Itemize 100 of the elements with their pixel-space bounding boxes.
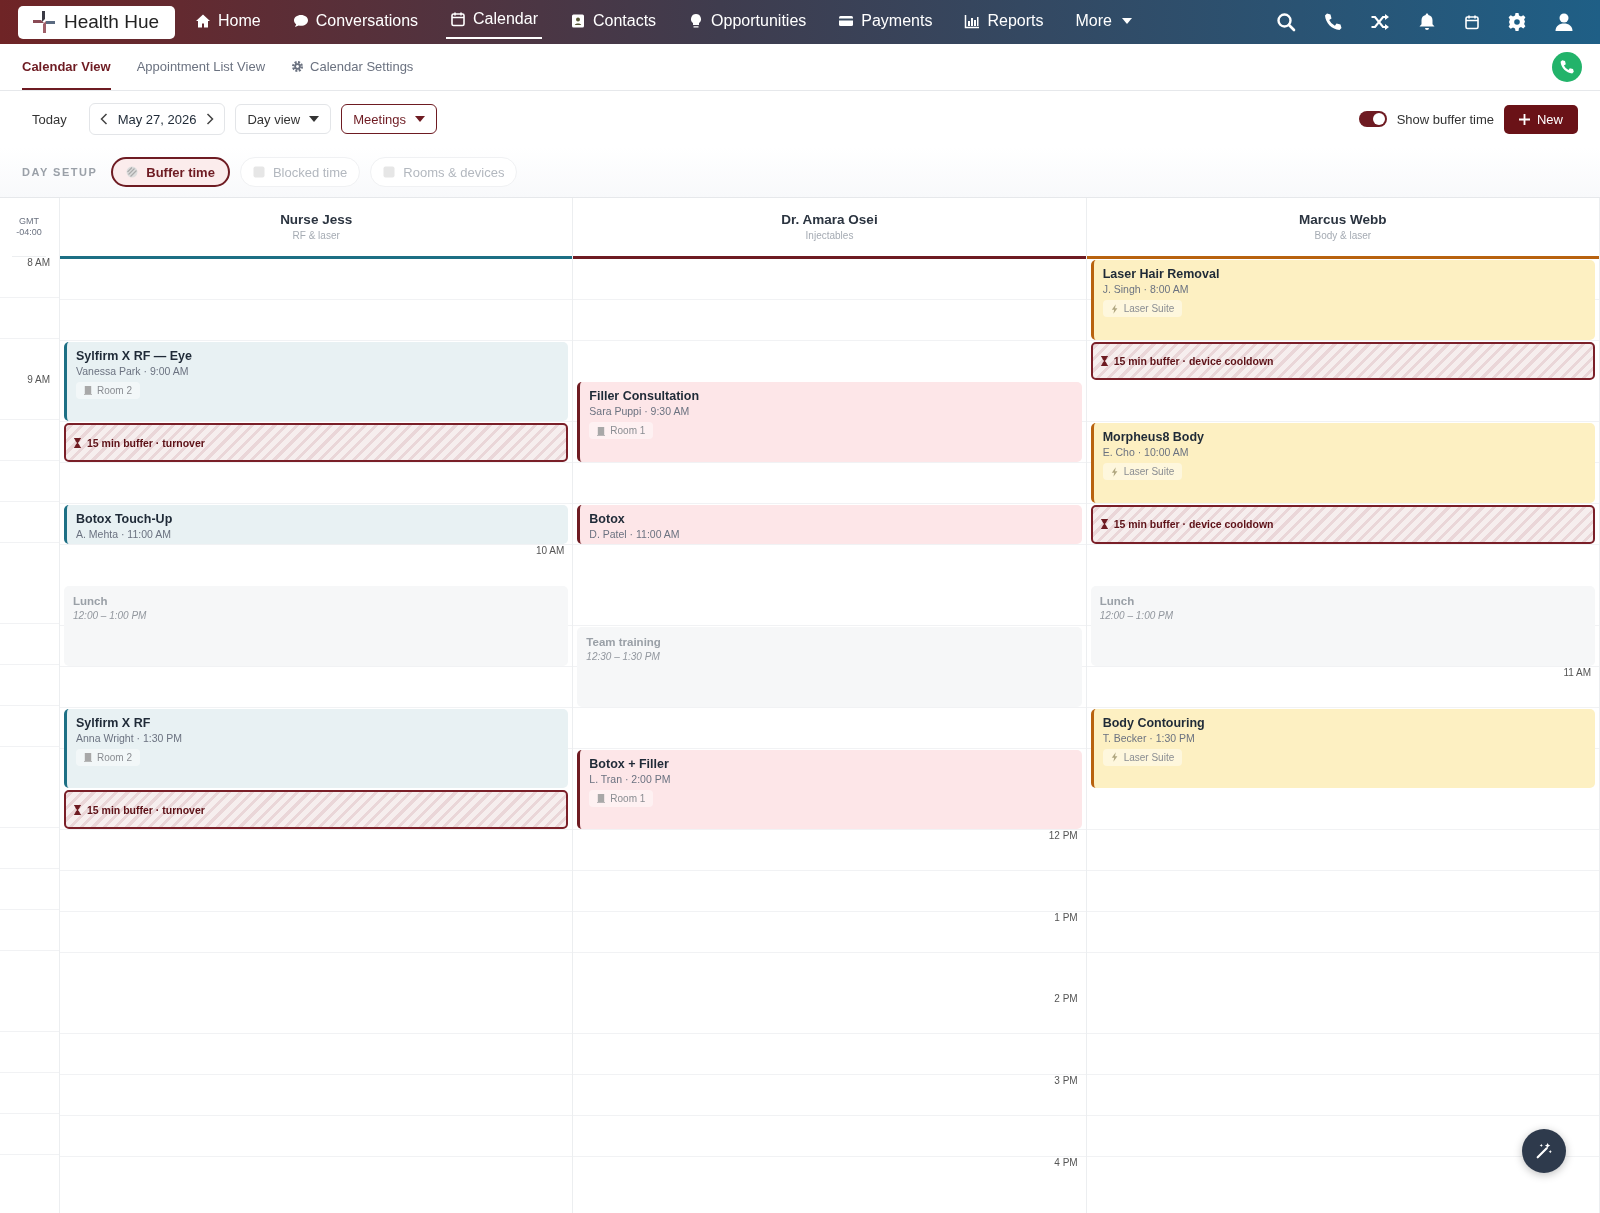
calendar-icon <box>1464 14 1480 30</box>
appointment-title: Sylfirm X RF <box>76 715 151 730</box>
time-label: 3 PM <box>1054 1074 1079 1086</box>
hourglass-icon <box>1100 519 1108 530</box>
phone-call-button[interactable] <box>1552 52 1582 82</box>
time-label: 10 AM <box>535 544 566 556</box>
blocked-title: Lunch <box>1099 595 1135 608</box>
bell-icon[interactable] <box>1417 12 1437 32</box>
appointment-details: E. Cho · 10:00 AM <box>1102 446 1189 459</box>
appointment-details: Anna Wright · 1:30 PM <box>76 731 183 744</box>
staff-name: Marcus Webb <box>1299 212 1387 227</box>
bolt-icon <box>1110 752 1119 763</box>
bar-chart-icon <box>964 13 981 29</box>
calendar-icon <box>450 11 467 27</box>
building-icon <box>84 752 92 763</box>
phone-icon[interactable] <box>1323 12 1343 32</box>
staff-specialty: Injectables <box>805 230 854 241</box>
shuffle-icon[interactable] <box>1370 12 1390 32</box>
appointment-card[interactable]: Sylfirm X RF Anna Wright · 1:30 PM Room 2 <box>64 708 569 789</box>
nav-link[interactable]: Contacts <box>565 0 661 44</box>
logo[interactable]: Health Hue <box>18 5 176 39</box>
view-tab[interactable]: Calendar View <box>22 44 111 90</box>
blocked-title: Team training <box>586 636 661 649</box>
time-label: 9 AM <box>27 373 51 385</box>
appointment-card[interactable]: Botox + Filler L. Tran · 2:00 PM Room 1 <box>577 749 1082 830</box>
square-icon <box>252 166 265 178</box>
appointment-title: Laser Hair Removal <box>1102 267 1220 281</box>
location-label: Room 1 <box>610 425 646 437</box>
search-icon[interactable] <box>1276 12 1296 32</box>
appointment-title: Morpheus8 Body <box>1102 430 1205 445</box>
staff-specialty: Body & laser <box>1314 230 1372 241</box>
blocked-time: 12:30 – 1:30 PM <box>586 651 660 663</box>
location-label: Laser Suite <box>1123 303 1175 314</box>
blocked-title: Lunch <box>73 595 108 608</box>
staff-specialty: RF & laser <box>292 230 340 241</box>
blocked-time: 12:00 – 1:00 PM <box>1099 610 1174 622</box>
square-icon <box>383 166 396 178</box>
staff-name: Nurse Jess <box>280 212 353 227</box>
location-label: Room 1 <box>610 792 646 804</box>
appointment-details: Sara Puppi · 9:30 AM <box>589 405 690 418</box>
building-icon <box>597 793 606 804</box>
buffer-label: 15 min buffer · device cooldown <box>1113 518 1274 531</box>
time-label: 8 AM <box>27 257 51 268</box>
appointment-card[interactable]: Morpheus8 Body E. Cho · 10:00 AM Laser Suite <box>1090 423 1595 503</box>
location-label: Room 2 <box>97 751 132 763</box>
date-label: May 27, 2026 <box>117 111 197 127</box>
nav-link[interactable]: Opportunities <box>684 0 811 44</box>
staff-name: Dr. Amara Osei <box>781 212 878 227</box>
user-icon[interactable] <box>1554 12 1574 32</box>
appointment-details: A. Mehta · 11:00 AM <box>76 527 171 540</box>
nav-link[interactable]: Payments <box>834 0 937 44</box>
caret-icon <box>1121 18 1132 24</box>
appointment-card[interactable]: Botox Touch-Up A. Mehta · 11:00 AM <box>64 504 569 544</box>
chat-icon <box>292 13 309 29</box>
appointment-details: J. Singh · 8:00 AM <box>1102 283 1189 295</box>
time-label: 1 PM <box>1054 911 1079 923</box>
nav-link[interactable]: Reports <box>960 0 1048 44</box>
appointment-title: Filler Consultation <box>589 389 700 404</box>
appointment-card[interactable]: Sylfirm X RF — Eye Vanessa Park · 9:00 AM Room 2 <box>64 341 569 422</box>
time-label: 11 AM <box>1563 666 1592 678</box>
magic-wand-button[interactable] <box>1522 1129 1566 1173</box>
filter-chip[interactable]: Buffer time <box>111 157 230 187</box>
hourglass-icon <box>74 437 81 448</box>
hourglass-icon <box>74 804 81 815</box>
appointment-details: Vanessa Park · 9:00 AM <box>76 364 189 377</box>
new-button[interactable]: New <box>1504 104 1578 134</box>
plus-icon <box>1519 113 1530 125</box>
cross-logo-icon <box>32 10 56 34</box>
previous-icon[interactable] <box>99 113 108 125</box>
view-dropdown[interactable]: Day view <box>235 104 332 134</box>
appointment-card[interactable]: Botox D. Patel · 11:00 AM <box>577 504 1082 544</box>
caret-icon <box>309 116 320 122</box>
magic-wand-icon <box>1535 1142 1553 1160</box>
view-tab[interactable]: Appointment List View <box>136 44 266 90</box>
appointment-details: D. Patel · 11:00 AM <box>589 527 680 540</box>
nav-link[interactable]: Calendar <box>446 1 542 39</box>
logo-text: Health Hue <box>64 11 160 33</box>
appointment-title: Botox + Filler <box>589 756 669 771</box>
location-label: Laser Suite <box>1123 466 1175 478</box>
toggle-switch[interactable] <box>1358 111 1387 127</box>
appointment-card[interactable]: Filler Consultation Sara Puppi · 9:30 AM Room 1 <box>577 382 1082 462</box>
next-icon[interactable] <box>206 113 215 125</box>
location-label: Laser Suite <box>1123 751 1175 763</box>
home-icon <box>195 13 212 29</box>
appointment-card[interactable]: Laser Hair Removal J. Singh · 8:00 AM Laser Suite <box>1090 260 1595 340</box>
blocked-time: 12:00 – 1:00 PM <box>73 610 147 622</box>
filter-dropdown[interactable]: Meetings <box>341 104 437 134</box>
appointment-card[interactable]: Body Contouring T. Becker · 1:30 PM Laser Suite <box>1090 708 1595 789</box>
striped-circle-icon <box>126 166 139 178</box>
settings-icon <box>291 59 305 73</box>
today-button[interactable]: Today <box>20 105 79 133</box>
time-label: 4 PM <box>1054 1156 1079 1168</box>
nav-link[interactable]: Conversations <box>288 0 423 44</box>
nav-link[interactable]: More <box>1071 0 1136 44</box>
location-label: Room 2 <box>97 384 132 396</box>
bolt-icon <box>1110 303 1119 314</box>
settings-icon[interactable] <box>1507 12 1527 32</box>
nav-link[interactable]: Home <box>191 0 265 44</box>
view-tab[interactable]: Calendar Settings <box>291 44 414 90</box>
buffer-label: 15 min buffer · device cooldown <box>1113 355 1274 367</box>
